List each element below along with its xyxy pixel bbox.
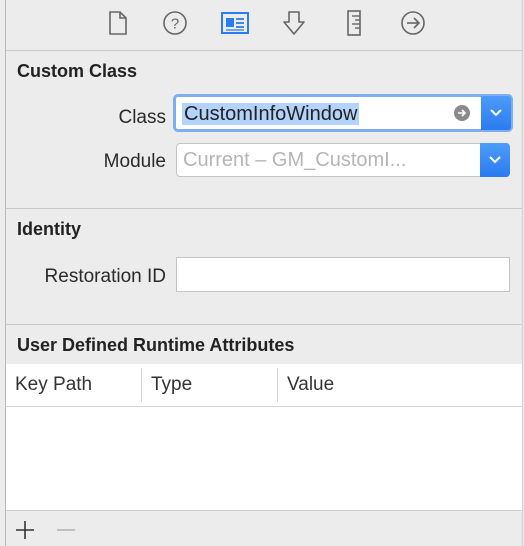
class-label: Class bbox=[118, 107, 166, 128]
connections-inspector-icon bbox=[401, 11, 425, 35]
custom-class-title: Custom Class bbox=[17, 61, 138, 81]
attributes-inspector-icon bbox=[283, 11, 305, 35]
attributes-inspector-tab[interactable] bbox=[279, 8, 309, 38]
file-inspector-tab[interactable] bbox=[103, 8, 133, 38]
identity-inspector-panel: ? Custom Class Class CustomInfoWindow Mo… bbox=[5, 0, 523, 546]
go-to-class-icon[interactable] bbox=[454, 105, 470, 121]
connections-inspector-tab[interactable] bbox=[398, 8, 428, 38]
inspector-toolbar: ? bbox=[6, 0, 522, 50]
section-divider bbox=[6, 208, 522, 209]
help-inspector-tab[interactable]: ? bbox=[160, 8, 190, 38]
plus-icon bbox=[16, 521, 34, 539]
file-icon bbox=[109, 11, 127, 35]
size-inspector-tab[interactable] bbox=[339, 8, 369, 38]
runtime-attributes-table-header: Key Path Type Value bbox=[6, 364, 522, 407]
column-divider bbox=[277, 368, 278, 402]
help-icon: ? bbox=[163, 11, 187, 35]
column-header-type[interactable]: Type bbox=[151, 374, 192, 396]
identity-inspector-tab[interactable] bbox=[220, 8, 250, 38]
class-value: CustomInfoWindow bbox=[182, 103, 360, 125]
chevron-down-icon bbox=[489, 156, 501, 164]
identity-title: Identity bbox=[17, 219, 82, 239]
size-inspector-icon bbox=[347, 10, 361, 36]
module-combo-box[interactable]: Current – GM_CustomI... bbox=[176, 143, 510, 177]
runtime-attributes-footer bbox=[6, 510, 522, 546]
svg-text:?: ? bbox=[171, 16, 179, 33]
class-dropdown-button[interactable] bbox=[481, 96, 511, 130]
column-header-value[interactable]: Value bbox=[287, 374, 334, 396]
identity-inspector-icon bbox=[221, 12, 249, 34]
runtime-attributes-title: User Defined Runtime Attributes bbox=[17, 335, 295, 355]
chevron-down-icon bbox=[490, 109, 502, 117]
column-header-key-path[interactable]: Key Path bbox=[15, 374, 92, 396]
minus-icon bbox=[57, 529, 75, 531]
section-divider bbox=[6, 324, 522, 325]
module-field[interactable]: Current – GM_CustomI... bbox=[183, 149, 406, 172]
restoration-id-label: Restoration ID bbox=[44, 266, 166, 287]
column-divider bbox=[141, 368, 142, 402]
class-field[interactable]: CustomInfoWindow bbox=[182, 103, 360, 126]
module-dropdown-button[interactable] bbox=[480, 143, 510, 177]
toolbar-divider bbox=[6, 50, 522, 51]
add-attribute-button[interactable] bbox=[13, 519, 37, 541]
restoration-id-input[interactable] bbox=[176, 257, 510, 292]
runtime-attributes-table-body[interactable] bbox=[6, 407, 522, 510]
class-combo-box[interactable]: CustomInfoWindow bbox=[173, 94, 513, 132]
remove-attribute-button[interactable] bbox=[54, 519, 78, 541]
module-label: Module bbox=[103, 151, 166, 172]
